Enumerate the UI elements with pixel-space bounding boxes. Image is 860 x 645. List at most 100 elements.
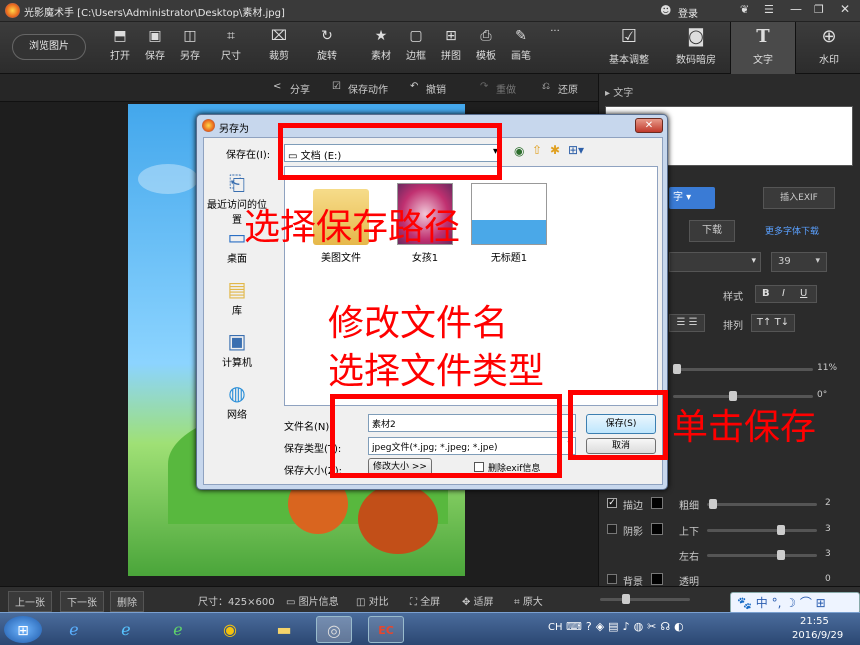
italic-button[interactable]: I bbox=[782, 286, 785, 302]
border-button[interactable]: ▢ 边框 bbox=[399, 28, 433, 62]
restore-icon[interactable]: ❐ bbox=[814, 3, 824, 16]
user-icon[interactable]: ☻ bbox=[660, 4, 671, 17]
align-button[interactable]: ☰ ☰ bbox=[669, 314, 705, 332]
action-bar: < 分享 ☑ 保存动作 ↶ 撤销 ↷ 重做 ⎌ 还原 bbox=[0, 74, 598, 102]
stroke-color[interactable] bbox=[651, 497, 663, 509]
leftright-knob[interactable] bbox=[777, 550, 785, 560]
chrome-icon[interactable]: ◉ bbox=[212, 616, 248, 643]
transparency-slider[interactable] bbox=[673, 364, 813, 374]
ie-icon[interactable]: ℯ bbox=[56, 616, 92, 643]
image-info-button[interactable]: ▭ 图片信息 bbox=[286, 593, 339, 608]
prev-button[interactable]: 上一张 bbox=[8, 591, 52, 612]
dialog-close-icon[interactable]: ✕ bbox=[635, 118, 663, 133]
bold-button[interactable]: B bbox=[762, 286, 770, 302]
browse-button[interactable]: 浏览图片 bbox=[12, 34, 86, 60]
fit-button[interactable]: ✥ 适屏 bbox=[462, 593, 494, 608]
thickness-slider[interactable] bbox=[707, 499, 817, 509]
view-menu-icon[interactable]: ⊞▾ bbox=[568, 143, 584, 157]
back-icon[interactable]: ◉ bbox=[514, 144, 524, 158]
watermark-icon: ⊕ bbox=[821, 26, 837, 47]
new-folder-icon[interactable]: ✱ bbox=[550, 143, 560, 157]
crop-button[interactable]: ⌧ 裁剪 bbox=[262, 28, 296, 62]
close-icon[interactable]: ✕ bbox=[840, 2, 850, 16]
material-icon: ★ bbox=[374, 28, 388, 44]
original-button[interactable]: ⌗ 原大 bbox=[514, 593, 543, 608]
updown-slider[interactable] bbox=[707, 525, 817, 535]
shadow-checkbox[interactable] bbox=[607, 524, 617, 534]
updown-knob[interactable] bbox=[777, 525, 785, 535]
place-computer[interactable]: ▣ 计算机 bbox=[206, 328, 268, 369]
tray-icons[interactable]: ⌨?◈▤♪◍✂☊◐ bbox=[566, 620, 688, 633]
ie2-icon[interactable]: ℯ bbox=[108, 616, 144, 643]
template-button[interactable]: ⎙ 模板 bbox=[469, 28, 503, 62]
login-link[interactable]: 登录 bbox=[678, 5, 698, 20]
save-as-icon: ◫ bbox=[183, 28, 197, 44]
restore-button[interactable]: 还原 bbox=[558, 81, 578, 96]
delete-button[interactable]: 删除 bbox=[110, 591, 144, 612]
up-folder-icon[interactable]: ⇧ bbox=[532, 143, 542, 157]
zoom-slider[interactable] bbox=[600, 594, 690, 604]
font-mode-dropdown[interactable]: 字 ▾ bbox=[669, 187, 715, 209]
shadow-color[interactable] bbox=[651, 523, 663, 535]
redo-button[interactable]: 重做 bbox=[496, 81, 516, 96]
presentation-app-icon[interactable]: EC bbox=[368, 616, 404, 643]
background-color[interactable] bbox=[651, 573, 663, 585]
next-button[interactable]: 下一张 bbox=[60, 591, 104, 612]
background-checkbox[interactable] bbox=[607, 574, 617, 584]
undo-button[interactable]: 撤销 bbox=[426, 81, 446, 96]
annotation-path: 选择保存路径 bbox=[244, 207, 461, 248]
menu-icon[interactable]: ☰ bbox=[764, 3, 774, 16]
leftright-slider[interactable] bbox=[707, 550, 817, 560]
minimize-icon[interactable]: — bbox=[790, 2, 802, 16]
batch-button[interactable]: 保存动作 bbox=[348, 81, 388, 96]
tab-text[interactable]: T 文字 bbox=[730, 22, 796, 74]
collage-button[interactable]: ⊞ 拼图 bbox=[434, 28, 468, 62]
tab-watermark[interactable]: ⊕ 水印 bbox=[796, 22, 860, 74]
tab-darkroom[interactable]: ◙ 数码暗房 bbox=[663, 22, 729, 74]
save-as-toolbar-button[interactable]: ◫ 另存 bbox=[173, 28, 207, 62]
folder-icon[interactable]: ▬ bbox=[266, 616, 302, 643]
rotation-value: 0° bbox=[817, 390, 828, 400]
annotation-click-save: 单击保存 bbox=[672, 407, 817, 448]
transparency-knob[interactable] bbox=[673, 364, 681, 374]
compare-button[interactable]: ◫ 对比 bbox=[356, 593, 389, 608]
redo-icon: ↷ bbox=[480, 81, 489, 92]
font-size-select[interactable]: 39 ▾ bbox=[771, 252, 827, 272]
share-button[interactable]: 分享 bbox=[290, 81, 310, 96]
ime-toolbar[interactable]: 🐾 中 °, ☽ ⌒ ⊞ bbox=[730, 592, 860, 614]
size-text: 尺寸：425×600 bbox=[198, 597, 275, 608]
tab-basic-adjust[interactable]: ☑ 基本调整 bbox=[596, 22, 662, 74]
font-family-select[interactable]: ▾ bbox=[669, 252, 761, 272]
start-button[interactable]: ⊞ bbox=[4, 616, 42, 643]
brush-button[interactable]: ✎ 画笔 bbox=[504, 28, 538, 62]
file-item[interactable]: 无标题1 bbox=[469, 183, 549, 264]
open-button[interactable]: ⬒ 打开 bbox=[103, 28, 137, 62]
library-icon: ▤ bbox=[227, 277, 247, 301]
place-network[interactable]: ◍ 网络 bbox=[206, 380, 268, 421]
photo-app-icon[interactable]: ◎ bbox=[316, 616, 352, 643]
section-title: ▸ 文字 bbox=[605, 88, 634, 99]
download-button[interactable]: 下载 bbox=[689, 220, 735, 242]
leftright-value: 3 bbox=[825, 549, 831, 559]
stroke-label: 描边 bbox=[623, 501, 643, 512]
language-indicator[interactable]: CH bbox=[548, 622, 563, 633]
thickness-knob[interactable] bbox=[709, 499, 717, 509]
save-toolbar-button[interactable]: ▣ 保存 bbox=[138, 28, 172, 62]
fullscreen-button[interactable]: ⛶ 全屏 bbox=[410, 593, 440, 608]
place-library[interactable]: ▤ 库 bbox=[206, 276, 268, 317]
more-tools-button[interactable]: ··· bbox=[538, 26, 572, 37]
underline-button[interactable]: U bbox=[800, 286, 807, 302]
windows-icon: ⊞ bbox=[17, 623, 29, 639]
arrange-buttons[interactable]: T↑ T↓ bbox=[751, 314, 795, 332]
more-fonts-link[interactable]: 更多字体下载 bbox=[765, 224, 819, 237]
rotate-button[interactable]: ↻ 旋转 bbox=[310, 28, 344, 62]
resize-button[interactable]: ⌗ 尺寸 bbox=[214, 28, 248, 62]
material-button[interactable]: ★ 素材 bbox=[364, 28, 398, 62]
browser-icon[interactable]: ℯ bbox=[160, 616, 196, 643]
app-logo-icon bbox=[5, 3, 20, 18]
insert-exif-button[interactable]: 插入EXIF bbox=[763, 187, 835, 209]
stroke-checkbox[interactable]: ✓ bbox=[607, 498, 617, 508]
zoom-knob[interactable] bbox=[622, 594, 630, 604]
border-icon: ▢ bbox=[409, 28, 423, 44]
skin-icon[interactable]: ❦ bbox=[740, 3, 749, 16]
